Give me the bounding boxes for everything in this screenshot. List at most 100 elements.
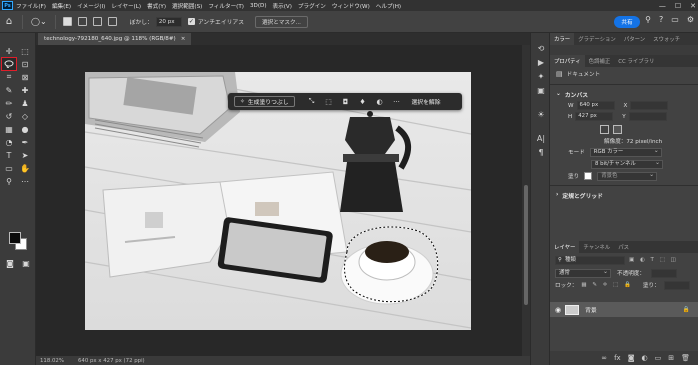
lock-icons[interactable]: ▦ ✎ ✛ ⬚ 🔒	[581, 282, 632, 288]
tab-pattern[interactable]: パターン	[620, 33, 649, 45]
menu-window[interactable]: ウィンドウ(W)	[332, 2, 370, 10]
blur-tool-icon[interactable]: ●	[18, 123, 32, 135]
tab-properties[interactable]: プロパティ	[550, 55, 585, 67]
healing-tool-icon[interactable]: ✚	[18, 84, 32, 96]
more-tools-icon[interactable]: ⋯	[18, 175, 32, 187]
modify-selection-icon[interactable]: ⤡	[305, 97, 319, 106]
opacity-field[interactable]	[650, 268, 677, 278]
select-and-mask-button[interactable]: 選択とマスク...	[255, 15, 308, 28]
new-layer-icon[interactable]: ⊞	[668, 354, 674, 362]
scrollbar-thumb[interactable]	[524, 185, 528, 305]
visibility-eye-icon[interactable]: ◉	[555, 306, 561, 314]
tab-channels[interactable]: チャンネル	[579, 241, 614, 253]
tab-cc-libraries[interactable]: CC ライブラリ	[614, 55, 658, 67]
actions-icon[interactable]: ▶	[531, 55, 551, 69]
search-icon[interactable]: ⚲	[645, 15, 651, 24]
menu-view[interactable]: 表示(V)	[273, 2, 292, 10]
history-icon[interactable]: ⟲	[531, 41, 551, 55]
eraser-tool-icon[interactable]: ◇	[18, 110, 32, 122]
document-tab[interactable]: technology-792180_640.jpg @ 118% (RGB/8#…	[38, 33, 192, 45]
history-brush-icon[interactable]: ↺	[2, 110, 16, 122]
layer-style-icon[interactable]: fx	[614, 354, 621, 362]
screen-mode-icon[interactable]: ▣	[19, 257, 33, 269]
tab-layers[interactable]: レイヤー	[550, 241, 580, 253]
adjustment-icon[interactable]: ◐	[373, 98, 387, 106]
foreground-color-swatch[interactable]	[9, 232, 21, 244]
tab-adjustments[interactable]: 色調補正	[585, 55, 615, 67]
gradient-tool-icon[interactable]: ▦	[2, 123, 16, 135]
rectangle-tool-icon[interactable]: ▭	[2, 162, 16, 174]
brushes-icon[interactable]: ✦	[531, 69, 551, 83]
deselect-button[interactable]: 選択を解除	[412, 97, 441, 106]
link-layers-icon[interactable]: ∞	[601, 354, 607, 362]
tab-gradient[interactable]: グラデーション	[574, 33, 620, 45]
width-field[interactable]: 640 px	[576, 101, 615, 110]
blend-mode-dropdown[interactable]: 通常	[555, 268, 611, 278]
delete-layer-icon[interactable]: 🗑	[681, 354, 690, 362]
stamp-tool-icon[interactable]: ♟	[18, 97, 32, 109]
invert-selection-icon[interactable]: ⬚	[322, 98, 336, 106]
menu-filter[interactable]: フィルター(T)	[208, 2, 244, 10]
menu-select[interactable]: 選択範囲(S)	[172, 2, 202, 10]
swatch-icon[interactable]: ▣	[531, 83, 551, 97]
zoom-tool-icon[interactable]: ⚲	[2, 175, 16, 187]
tab-swatches[interactable]: スウォッチ	[649, 33, 684, 45]
height-field[interactable]: 427 px	[575, 112, 614, 121]
lasso-tool-icon[interactable]	[1, 57, 17, 71]
pen-tool-icon[interactable]: ✒	[18, 136, 32, 148]
zoom-level[interactable]: 118.02%	[40, 358, 64, 364]
quick-mask-icon[interactable]: ◙	[3, 257, 17, 269]
hand-tool-icon[interactable]: ✋	[18, 162, 32, 174]
more-options-icon[interactable]: ···	[390, 98, 404, 106]
tab-paths[interactable]: パス	[614, 241, 633, 253]
new-selection-icon[interactable]	[62, 17, 72, 26]
close-icon[interactable]: ✕	[690, 2, 696, 10]
eyedropper-tool-icon[interactable]: ✎	[2, 84, 16, 96]
mode-dropdown[interactable]: RGB カラー	[589, 147, 662, 157]
type-tool-icon[interactable]: T	[2, 149, 16, 161]
paragraph-icon[interactable]: ¶	[531, 145, 551, 159]
antialias-checkbox[interactable]: ✓	[187, 18, 195, 25]
mask-icon[interactable]: ◘	[339, 98, 353, 106]
y-field[interactable]	[628, 112, 667, 121]
menu-plugins[interactable]: プラグイン	[298, 2, 326, 10]
feather-input[interactable]: 20 px	[155, 16, 182, 27]
generative-fill-button[interactable]: ✧ 生成塗りつぶし	[234, 96, 295, 107]
canvas-section[interactable]: ⌄ カンバス	[550, 88, 698, 100]
vertical-scrollbar[interactable]	[522, 45, 530, 356]
add-mask-icon[interactable]: ◙	[628, 354, 635, 362]
new-group-icon[interactable]: ▭	[655, 354, 662, 362]
adjustments-icon[interactable]: ☀	[531, 107, 551, 121]
lasso-preset-icon[interactable]: ◯⌄	[31, 17, 47, 26]
tab-close-icon[interactable]: ×	[181, 36, 186, 42]
fill-opacity-field[interactable]	[663, 280, 690, 290]
fill-color-swatch[interactable]	[584, 172, 593, 180]
crop-tool-icon[interactable]: ⌗	[2, 71, 16, 83]
minimize-icon[interactable]: —	[659, 2, 666, 10]
document-image[interactable]	[85, 72, 471, 330]
frame-tool-icon[interactable]: ⊠	[18, 71, 32, 83]
add-selection-icon[interactable]	[77, 17, 87, 26]
subtract-selection-icon[interactable]	[92, 17, 102, 26]
portrait-orientation-icon[interactable]	[600, 124, 609, 134]
intersect-selection-icon[interactable]	[107, 17, 117, 26]
brush-tool-icon[interactable]: ✏	[2, 97, 16, 109]
menu-type[interactable]: 書式(Y)	[147, 2, 166, 10]
menu-3d[interactable]: 3D(D)	[250, 3, 267, 9]
share-button[interactable]: 共有	[614, 16, 640, 28]
workspace-icon[interactable]: ▭	[671, 15, 679, 24]
bit-depth-dropdown[interactable]: 8 bit/チャンネル	[591, 159, 663, 169]
menu-file[interactable]: ファイル(F)	[16, 2, 46, 10]
object-selection-tool-icon[interactable]: ⊡	[18, 58, 32, 70]
settings-icon[interactable]: ⚙	[687, 15, 694, 24]
help-icon[interactable]: ?	[659, 15, 663, 24]
filter-icons[interactable]: ▣ ◐ T ⬚ ◫	[629, 257, 678, 263]
menu-help[interactable]: ヘルプ(H)	[376, 2, 401, 10]
character-icon[interactable]: A|	[531, 131, 551, 145]
layer-filter-dropdown[interactable]: ⚲ 種類	[555, 255, 625, 265]
x-field[interactable]	[630, 101, 669, 110]
layer-row[interactable]: ◉ 背景 🔒	[550, 302, 698, 317]
menu-edit[interactable]: 編集(E)	[52, 2, 71, 10]
marquee-tool-icon[interactable]: ⬚	[18, 45, 32, 57]
tab-color[interactable]: カラー	[550, 33, 575, 45]
